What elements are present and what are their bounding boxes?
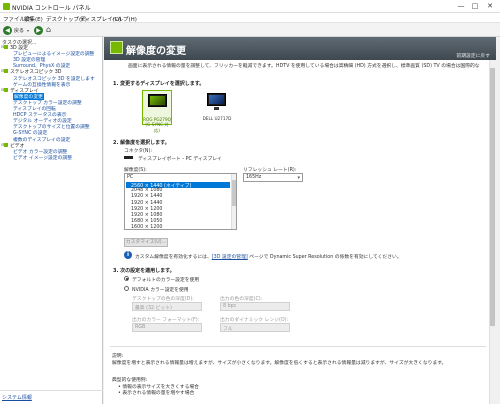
menu-help[interactable]: ヘルプ(H) xyxy=(112,15,137,23)
resolution-list[interactable]: PC 2560 × 1440 (ネイティブ) 2048 × 1080 1920 × … xyxy=(124,173,237,230)
output-range-label: 出力のダイナミック レンジ(O): xyxy=(220,318,289,323)
main-scroll-thumb[interactable] xyxy=(490,68,495,326)
nvidia-color-label[interactable]: NVIDIA カラー設定を使用 xyxy=(132,286,189,293)
display-card-dell[interactable]: DELL U2717D xyxy=(198,90,236,125)
maximize-button[interactable]: □ xyxy=(468,2,482,11)
customize-button[interactable]: カスタマイズ(U)... xyxy=(124,238,168,247)
back-label[interactable]: 戻る xyxy=(14,27,24,34)
menu-bar: ファイル(F) 編集(E) デスクトップ(K) ディスプレイ(D) ヘルプ(H) xyxy=(0,13,500,23)
nvidia-color-radio[interactable] xyxy=(124,286,129,291)
info-icon: i xyxy=(124,251,132,259)
minimize-button[interactable]: — xyxy=(454,2,468,11)
output-format-select[interactable]: RGB xyxy=(132,323,202,332)
menu-edit[interactable]: 編集(E) xyxy=(24,15,43,23)
display-name: DELL U2717D xyxy=(202,116,232,121)
category-icon xyxy=(4,87,8,92)
section-1-heading: 1. 変更するディスプレイを選択します。 xyxy=(113,81,205,87)
back-arrow-icon[interactable]: ◀ xyxy=(3,26,12,35)
nvidia-logo-icon xyxy=(3,3,10,10)
section-3-heading: 3. 次の設定を適用します。 xyxy=(113,268,175,274)
collapse-icon[interactable]: ⊟ xyxy=(1,142,4,147)
category-icon xyxy=(4,45,8,49)
close-button[interactable]: ✕ xyxy=(483,2,497,11)
chevron-down-icon: ▾ xyxy=(297,175,300,181)
toolbar: ◀ 戻る ▾ ▶ ⌂ xyxy=(0,23,500,37)
explain-heading: 説明: xyxy=(112,354,124,359)
forward-arrow-icon[interactable]: ▶ xyxy=(34,26,43,35)
description-divider xyxy=(110,346,486,347)
display-gsync-tag: (G-SYNC 対応) xyxy=(145,122,169,133)
usage-heading: 典型的な使用例: xyxy=(112,378,148,383)
resolution-label: 解像度(S): xyxy=(124,168,147,173)
manage-3d-settings-link[interactable]: [3D 設定の管理] xyxy=(212,255,248,260)
resolution-option[interactable]: 1920 × 1440 xyxy=(131,194,229,200)
system-info-link[interactable]: システム情報 xyxy=(2,394,32,401)
category-icon xyxy=(4,142,8,147)
pane-divider xyxy=(0,390,103,391)
output-range-select[interactable]: フル xyxy=(220,323,290,332)
resolution-option[interactable]: 1600 × 1200 xyxy=(131,225,229,229)
output-format-label: 出力のカラー フォーマット(F): xyxy=(132,318,200,323)
output-depth-select[interactable]: 8 bpc xyxy=(220,302,290,311)
collapse-icon[interactable]: ⊟ xyxy=(1,44,4,49)
usage-item: • 表示される情報の量を増やす場合 xyxy=(118,391,195,396)
page-description: 画面に表示される情報の量を調整して、フリッカーを軽減できます。HDTV を使用し… xyxy=(128,64,480,69)
explain-text: 解像度を増すと表示される情報量は増えますが、サイズが小さくなります。解像度を低く… xyxy=(112,361,447,366)
page-banner: 解像度の変更 前期設定に戻す xyxy=(104,37,496,60)
collapse-icon[interactable]: ⊟ xyxy=(1,87,4,92)
displayport-icon xyxy=(124,156,133,159)
home-icon[interactable]: ⌂ xyxy=(46,25,57,35)
output-depth-label: 出力の色の深度(C): xyxy=(220,297,263,302)
resolution-option[interactable]: 1920 × 1200 xyxy=(131,207,229,213)
connector-label: コネクタ(N): xyxy=(124,149,152,154)
section-2-heading: 2. 解像度を選択します。 xyxy=(113,140,170,146)
window-title: NVIDIA コントロール パネル xyxy=(12,5,91,12)
back-dropdown-icon[interactable]: ▾ xyxy=(27,28,29,33)
monitor-icon xyxy=(148,94,167,107)
resolution-group-label: PC xyxy=(127,175,134,180)
connector-value: ディスプレイポート - PC ディスプレイ xyxy=(138,157,222,162)
tree-item[interactable]: ビデオ イメージ設定の調整 xyxy=(13,154,72,161)
display-resolution-icon xyxy=(110,41,123,54)
monitor-icon xyxy=(207,93,226,106)
resolution-option[interactable]: 1920 × 1440 xyxy=(131,201,229,207)
default-color-label[interactable]: デフォルトのカラー設定を使用 xyxy=(132,276,199,283)
desktop-depth-select[interactable]: 最高 (32 ビット) xyxy=(132,302,202,311)
refresh-rate-select[interactable]: 165Hz ▾ xyxy=(243,173,303,182)
title-bar: NVIDIA コントロール パネル — □ ✕ xyxy=(0,0,500,13)
page-title: 解像度の変更 xyxy=(126,46,186,57)
refresh-rate-label: リフレッシュ レート(R): xyxy=(243,168,297,173)
display-card-rog[interactable]: ROG PG279Q (G-SYNC 対応) xyxy=(142,90,172,133)
list-scroll-thumb[interactable] xyxy=(232,180,236,206)
default-color-radio[interactable] xyxy=(124,276,129,281)
info-text: カスタム解像度を有効化するには、[3D 設定の管理] ページで Dynamic … xyxy=(135,255,402,260)
desktop-depth-label: デスクトップの色の深度(D): xyxy=(132,297,194,302)
collapse-icon[interactable]: ⊟ xyxy=(1,68,4,73)
restore-defaults-link[interactable]: 前期設定に戻す xyxy=(456,52,490,59)
category-icon xyxy=(4,69,8,74)
